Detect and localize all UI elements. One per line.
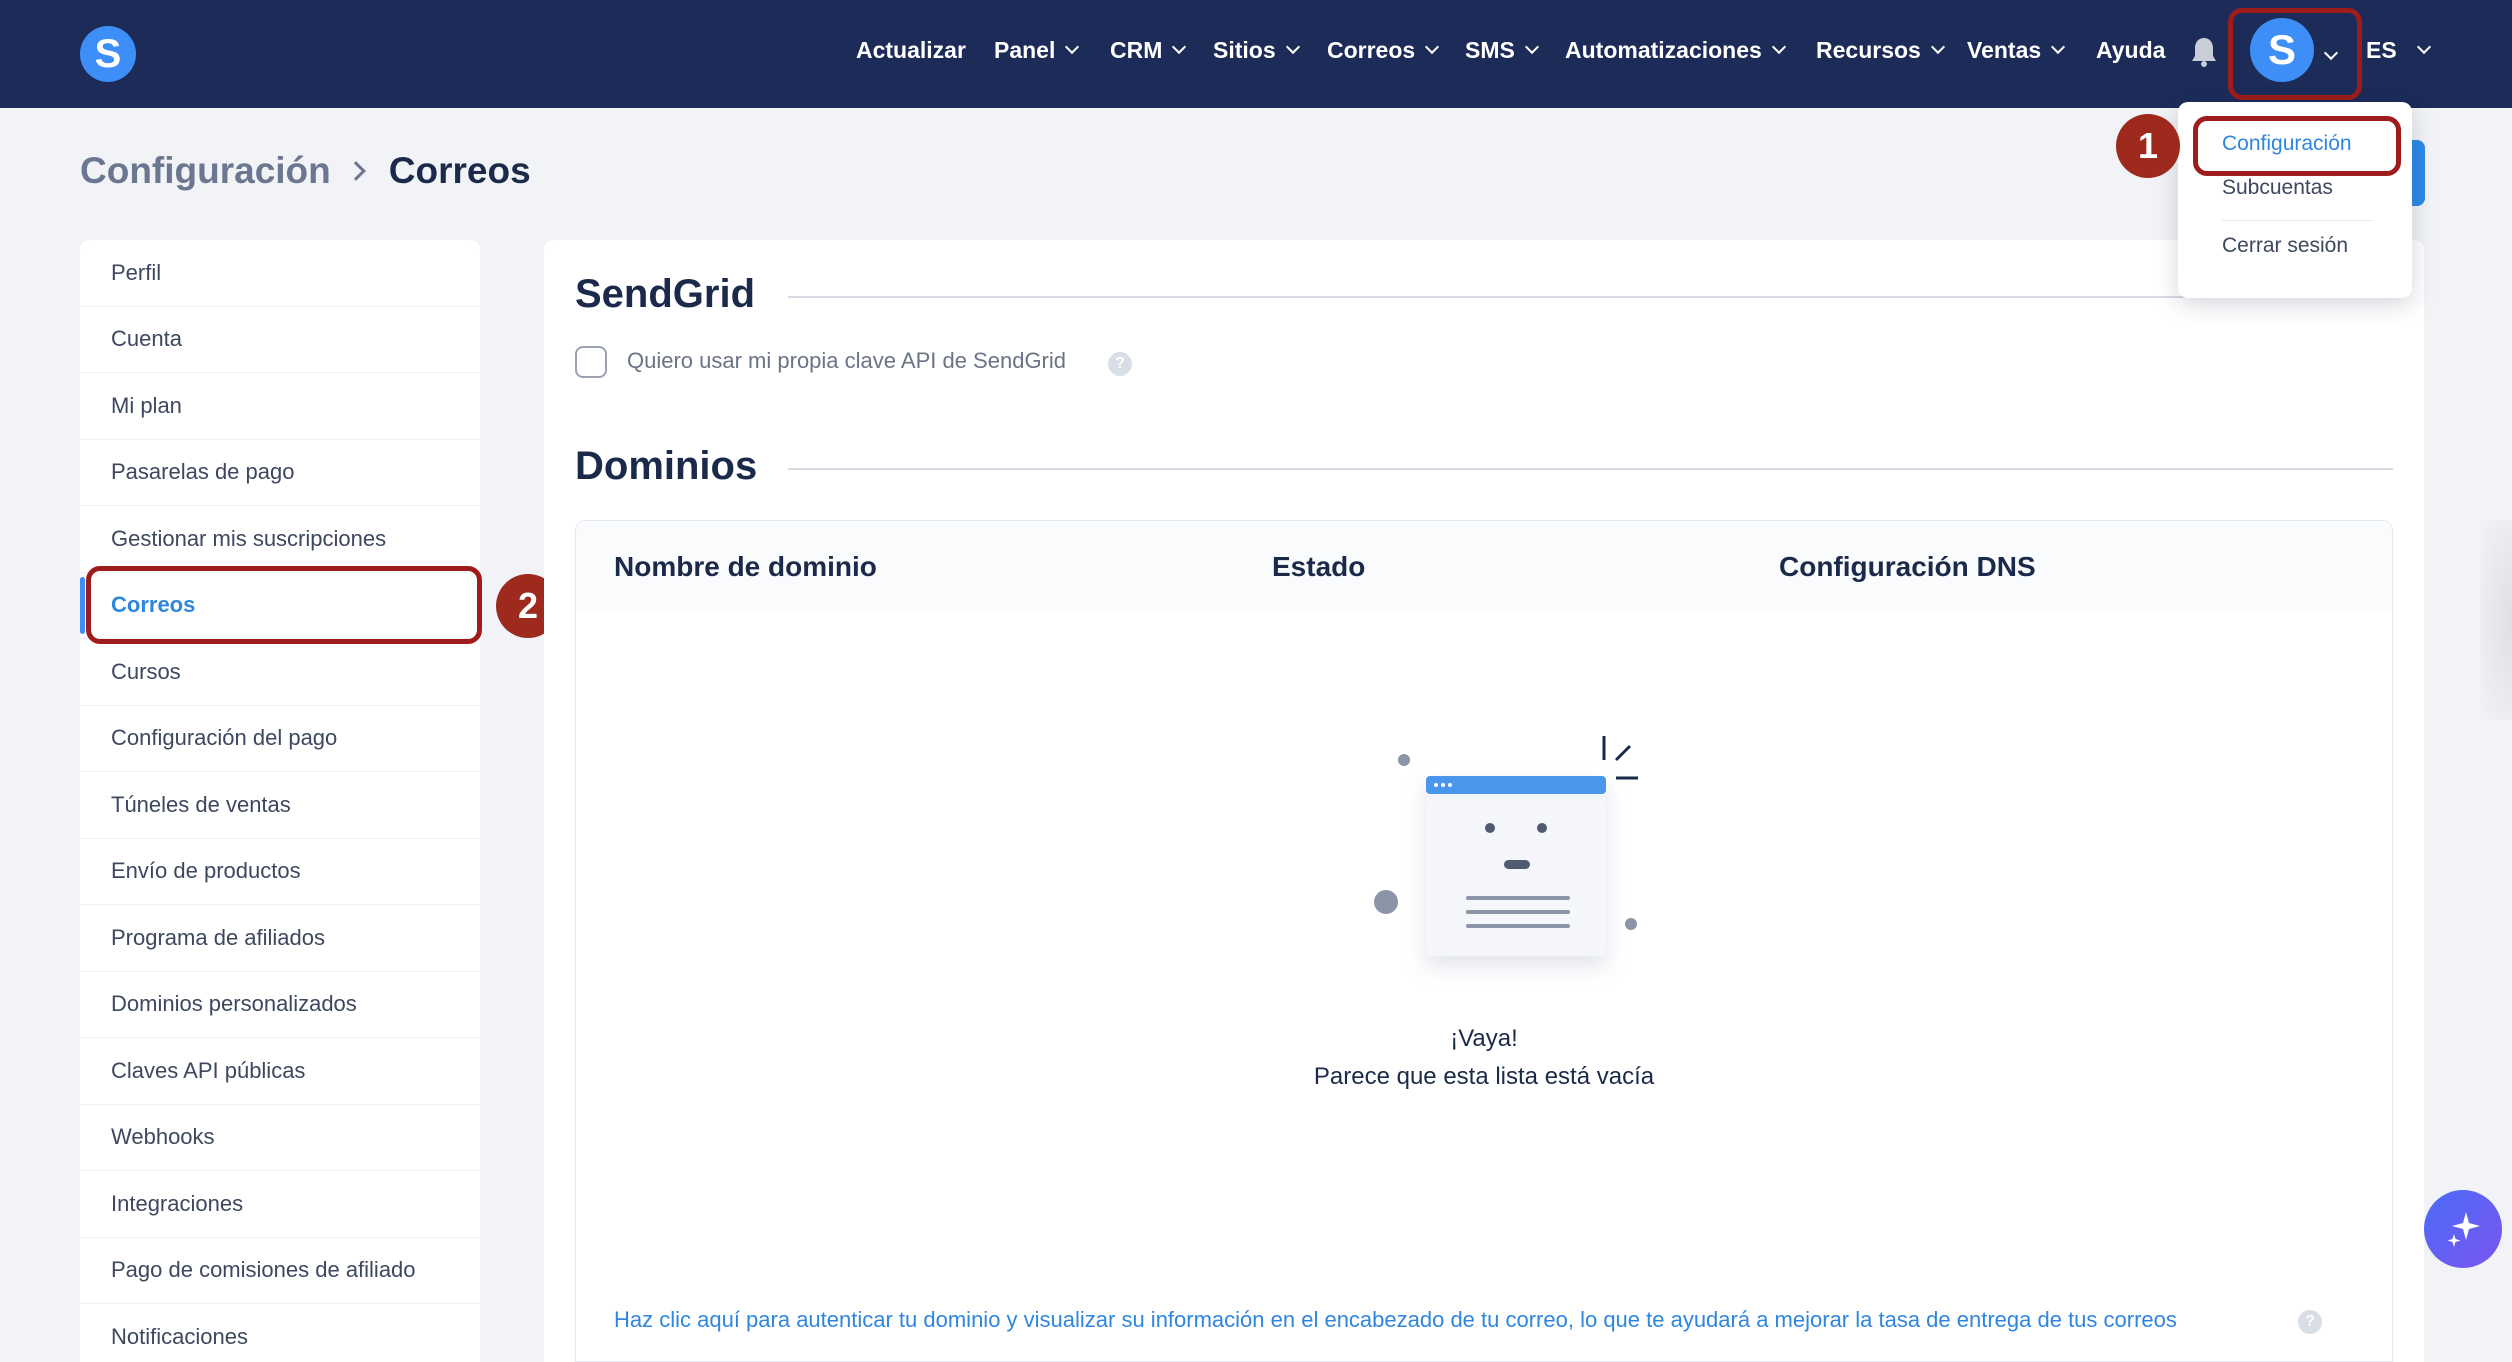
page-edge-shadow (2480, 520, 2512, 720)
nav-ayuda[interactable]: Ayuda (2096, 30, 2165, 70)
ai-assistant-button[interactable] (2424, 1190, 2502, 1268)
sidebar-item-programa-de-afiliados[interactable]: Programa de afiliados (80, 905, 480, 972)
dominios-heading: Dominios (575, 444, 758, 488)
nav-label: Automatizaciones (1565, 36, 1762, 63)
chevron-down-icon (1285, 39, 1300, 55)
sendgrid-api-checkbox[interactable] (575, 346, 607, 378)
chevron-down-icon (1425, 39, 1440, 55)
sidebar-item-notificaciones[interactable]: Notificaciones (80, 1304, 480, 1362)
nav-panel[interactable]: Panel (994, 30, 1080, 70)
language-label: ES (2366, 36, 2397, 63)
configuracion-highlight (2193, 116, 2401, 176)
table-header: Nombre de dominio Estado Configuración D… (576, 521, 2392, 611)
sidebar-item-configuracion-del-pago[interactable]: Configuración del pago (80, 706, 480, 772)
nav-label: Sitios (1213, 36, 1276, 63)
sidebar-item-cursos[interactable]: Cursos (80, 639, 480, 706)
help-icon[interactable]: ? (1108, 352, 1132, 376)
breadcrumb: Configuración Correos (80, 150, 531, 192)
nav-actualizar[interactable]: Actualizar (856, 30, 966, 70)
bell-icon[interactable] (2190, 36, 2218, 68)
nav-label: Actualizar (856, 36, 966, 63)
chevron-down-icon (2416, 39, 2431, 55)
column-header-nombre-de-dominio: Nombre de dominio (614, 551, 877, 582)
chevron-down-icon (2051, 39, 2066, 55)
nav-recursos[interactable]: Recursos (1816, 30, 1945, 70)
empty-state-subtitle: Parece que esta lista está vacía (1313, 1063, 1655, 1090)
sidebar-item-dominios-personalizados[interactable]: Dominios personalizados (80, 972, 480, 1038)
sendgrid-heading: SendGrid (575, 272, 756, 316)
help-icon[interactable]: ? (2298, 1310, 2322, 1334)
sidebar-item-pago-comisiones-afiliado[interactable]: Pago de comisiones de afiliado (80, 1238, 480, 1304)
nav-label: CRM (1110, 36, 1163, 63)
divider (788, 468, 2393, 470)
page-title: Correos (388, 150, 531, 191)
nav-label: Ayuda (2096, 36, 2166, 63)
empty-list-illustration (1374, 736, 1638, 956)
chevron-down-icon (1524, 39, 1539, 55)
menu-item-cerrar-sesion[interactable]: Cerrar sesión (2222, 234, 2348, 258)
language-selector[interactable]: ES (2366, 30, 2431, 70)
nav-crm[interactable]: CRM (1110, 30, 1187, 70)
sidebar-item-claves-api-publicas[interactable]: Claves API públicas (80, 1038, 480, 1105)
nav-label: Recursos (1816, 36, 1921, 63)
sidebar-item-gestionar-suscripciones[interactable]: Gestionar mis suscripciones (80, 506, 480, 573)
empty-state-title: ¡Vaya! (1450, 1025, 1518, 1052)
chevron-down-icon (1771, 39, 1786, 55)
correos-highlight (86, 566, 482, 644)
top-navigation-bar: S Actualizar Panel CRM Sitios Correos SM… (0, 0, 2512, 108)
sendgrid-api-checkbox-label[interactable]: Quiero usar mi propia clave API de SendG… (627, 348, 1066, 374)
nav-label: Ventas (1967, 36, 2042, 63)
sidebar-item-perfil[interactable]: Perfil (80, 240, 480, 307)
sidebar-item-cuenta[interactable]: Cuenta (80, 307, 480, 373)
nav-correos[interactable]: Correos (1327, 30, 1440, 70)
app-logo[interactable]: S (80, 26, 136, 82)
column-header-configuracion-dns: Configuración DNS (1779, 551, 2036, 582)
sidebar-item-pasarelas-de-pago[interactable]: Pasarelas de pago (80, 440, 480, 506)
menu-item-subcuentas[interactable]: Subcuentas (2222, 176, 2333, 200)
nav-label: SMS (1465, 36, 1515, 63)
sparkle-icon (2447, 1212, 2480, 1247)
step-badge-1: 1 (2116, 114, 2180, 178)
nav-label: Correos (1327, 36, 1416, 63)
main-panel: SendGrid Quiero usar mi propia clave API… (544, 240, 2424, 1362)
breadcrumb-parent[interactable]: Configuración (80, 150, 331, 192)
domains-table: Nombre de dominio Estado Configuración D… (575, 520, 2393, 1362)
nav-ventas[interactable]: Ventas (1967, 30, 2066, 70)
nav-sms[interactable]: SMS (1465, 30, 1539, 70)
settings-sidebar: Perfil Cuenta Mi plan Pasarelas de pago … (80, 240, 480, 1362)
sidebar-item-envio-de-productos[interactable]: Envío de productos (80, 839, 480, 905)
sidebar-item-integraciones[interactable]: Integraciones (80, 1171, 480, 1238)
avatar-highlight (2228, 8, 2362, 100)
chevron-right-icon (345, 161, 366, 181)
sidebar-item-tuneles-de-ventas[interactable]: Túneles de ventas (80, 772, 480, 839)
menu-divider (2222, 220, 2372, 221)
sidebar-item-webhooks[interactable]: Webhooks (80, 1105, 480, 1171)
sidebar-item-mi-plan[interactable]: Mi plan (80, 373, 480, 440)
nav-sitios[interactable]: Sitios (1213, 30, 1300, 70)
chevron-down-icon (1172, 39, 1187, 55)
chevron-down-icon (1930, 39, 1945, 55)
divider (788, 296, 2393, 298)
authenticate-domain-link[interactable]: Haz clic aquí para autenticar tu dominio… (614, 1307, 2177, 1333)
nav-automatizaciones[interactable]: Automatizaciones (1565, 30, 1786, 70)
hidden-action-button[interactable] (2410, 140, 2425, 206)
nav-label: Panel (994, 36, 1056, 63)
chevron-down-icon (1065, 39, 1080, 55)
column-header-estado: Estado (1272, 551, 1366, 582)
